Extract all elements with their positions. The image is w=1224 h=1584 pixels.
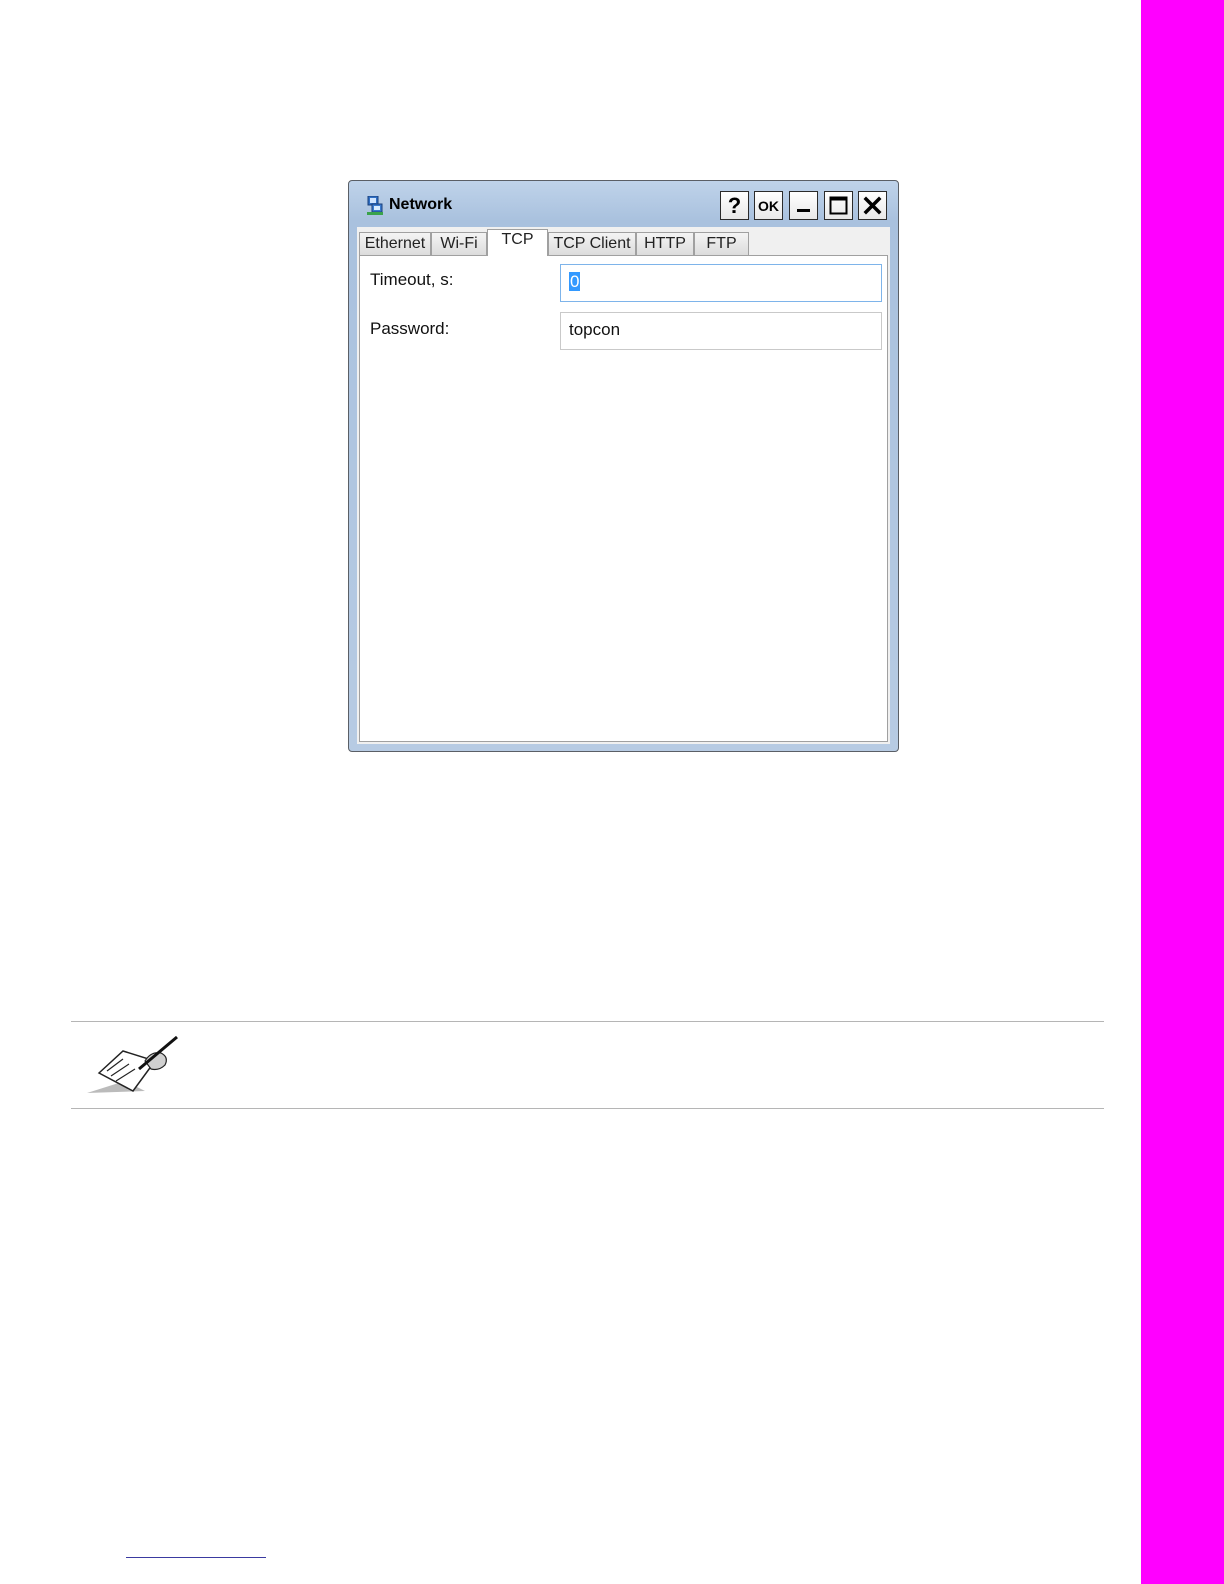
help-button[interactable]: ?: [720, 191, 749, 220]
network-window: Network ? OK Ethernet Wi-Fi TCP TCP Clie…: [348, 180, 899, 752]
window-client: Ethernet Wi-Fi TCP TCP Client HTTP FTP T…: [357, 227, 890, 744]
network-icon: [367, 196, 383, 215]
minimize-button[interactable]: [789, 191, 818, 220]
ok-button[interactable]: OK: [754, 191, 783, 220]
note-bottom-rule: [71, 1108, 1104, 1109]
tab-http[interactable]: HTTP: [636, 232, 694, 255]
timeout-label: Timeout, s:: [370, 270, 454, 289]
timeout-input[interactable]: 0: [560, 264, 882, 302]
timeout-value: 0: [569, 272, 581, 291]
window-title: Network: [389, 196, 453, 213]
maximize-button[interactable]: [824, 191, 853, 220]
maximize-icon: [829, 196, 848, 215]
tab-ftp[interactable]: FTP: [694, 232, 749, 255]
close-icon: [863, 196, 882, 215]
tab-tcp-client[interactable]: TCP Client: [548, 232, 636, 255]
note-icon: [87, 1035, 178, 1093]
tcp-panel: Timeout, s: 0 Password: topcon: [359, 255, 888, 742]
help-icon: ?: [727, 192, 742, 218]
title-bar[interactable]: Network ? OK: [349, 181, 898, 225]
ok-button-label: OK: [758, 197, 779, 214]
footer-link-line: [126, 1557, 266, 1558]
note-top-rule: [71, 1021, 1104, 1022]
password-label: Password:: [370, 319, 450, 338]
tab-wifi[interactable]: Wi-Fi: [431, 232, 487, 255]
side-color-bar: [1141, 0, 1224, 1584]
tab-ethernet[interactable]: Ethernet: [359, 232, 431, 255]
tab-tcp[interactable]: TCP: [487, 229, 548, 256]
close-button[interactable]: [858, 191, 887, 220]
password-input[interactable]: topcon: [560, 312, 882, 350]
password-value: topcon: [569, 320, 621, 339]
minimize-icon: [797, 209, 810, 212]
